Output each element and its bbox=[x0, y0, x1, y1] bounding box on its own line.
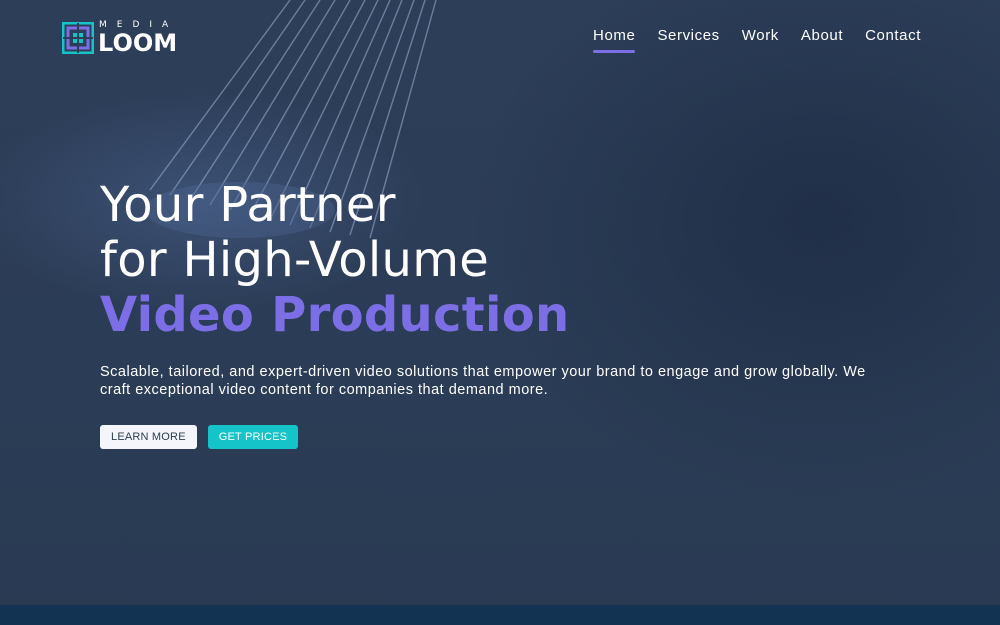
nav-about[interactable]: About bbox=[801, 27, 843, 52]
hero-buttons: LEARN MORE GET PRICES bbox=[100, 425, 900, 449]
nav-contact[interactable]: Contact bbox=[865, 27, 921, 52]
logo-loom-text: LOOM bbox=[98, 29, 178, 57]
hero-description: Scalable, tailored, and expert-driven vi… bbox=[100, 364, 866, 398]
nav-home[interactable]: Home bbox=[593, 27, 636, 53]
hero-section: Your Partner for High-Volume Video Produ… bbox=[100, 178, 900, 449]
next-section-edge bbox=[0, 605, 1000, 625]
learn-more-button[interactable]: LEARN MORE bbox=[100, 425, 197, 449]
nav-work[interactable]: Work bbox=[742, 27, 779, 52]
headline-accent: Video Production bbox=[100, 287, 570, 343]
hero-headline: Your Partner for High-Volume Video Produ… bbox=[100, 178, 900, 343]
get-prices-button[interactable]: GET PRICES bbox=[207, 425, 299, 449]
page: MEDIA LOOM Home Services Work About Cont… bbox=[0, 0, 1000, 625]
headline-line-2: for High-Volume bbox=[100, 232, 490, 288]
brand-logo[interactable]: MEDIA LOOM bbox=[62, 21, 178, 55]
nav-services[interactable]: Services bbox=[657, 27, 719, 52]
headline-line-1: Your Partner bbox=[100, 177, 396, 233]
main-nav: Home Services Work About Contact bbox=[593, 27, 921, 53]
woven-square-icon bbox=[62, 22, 94, 54]
